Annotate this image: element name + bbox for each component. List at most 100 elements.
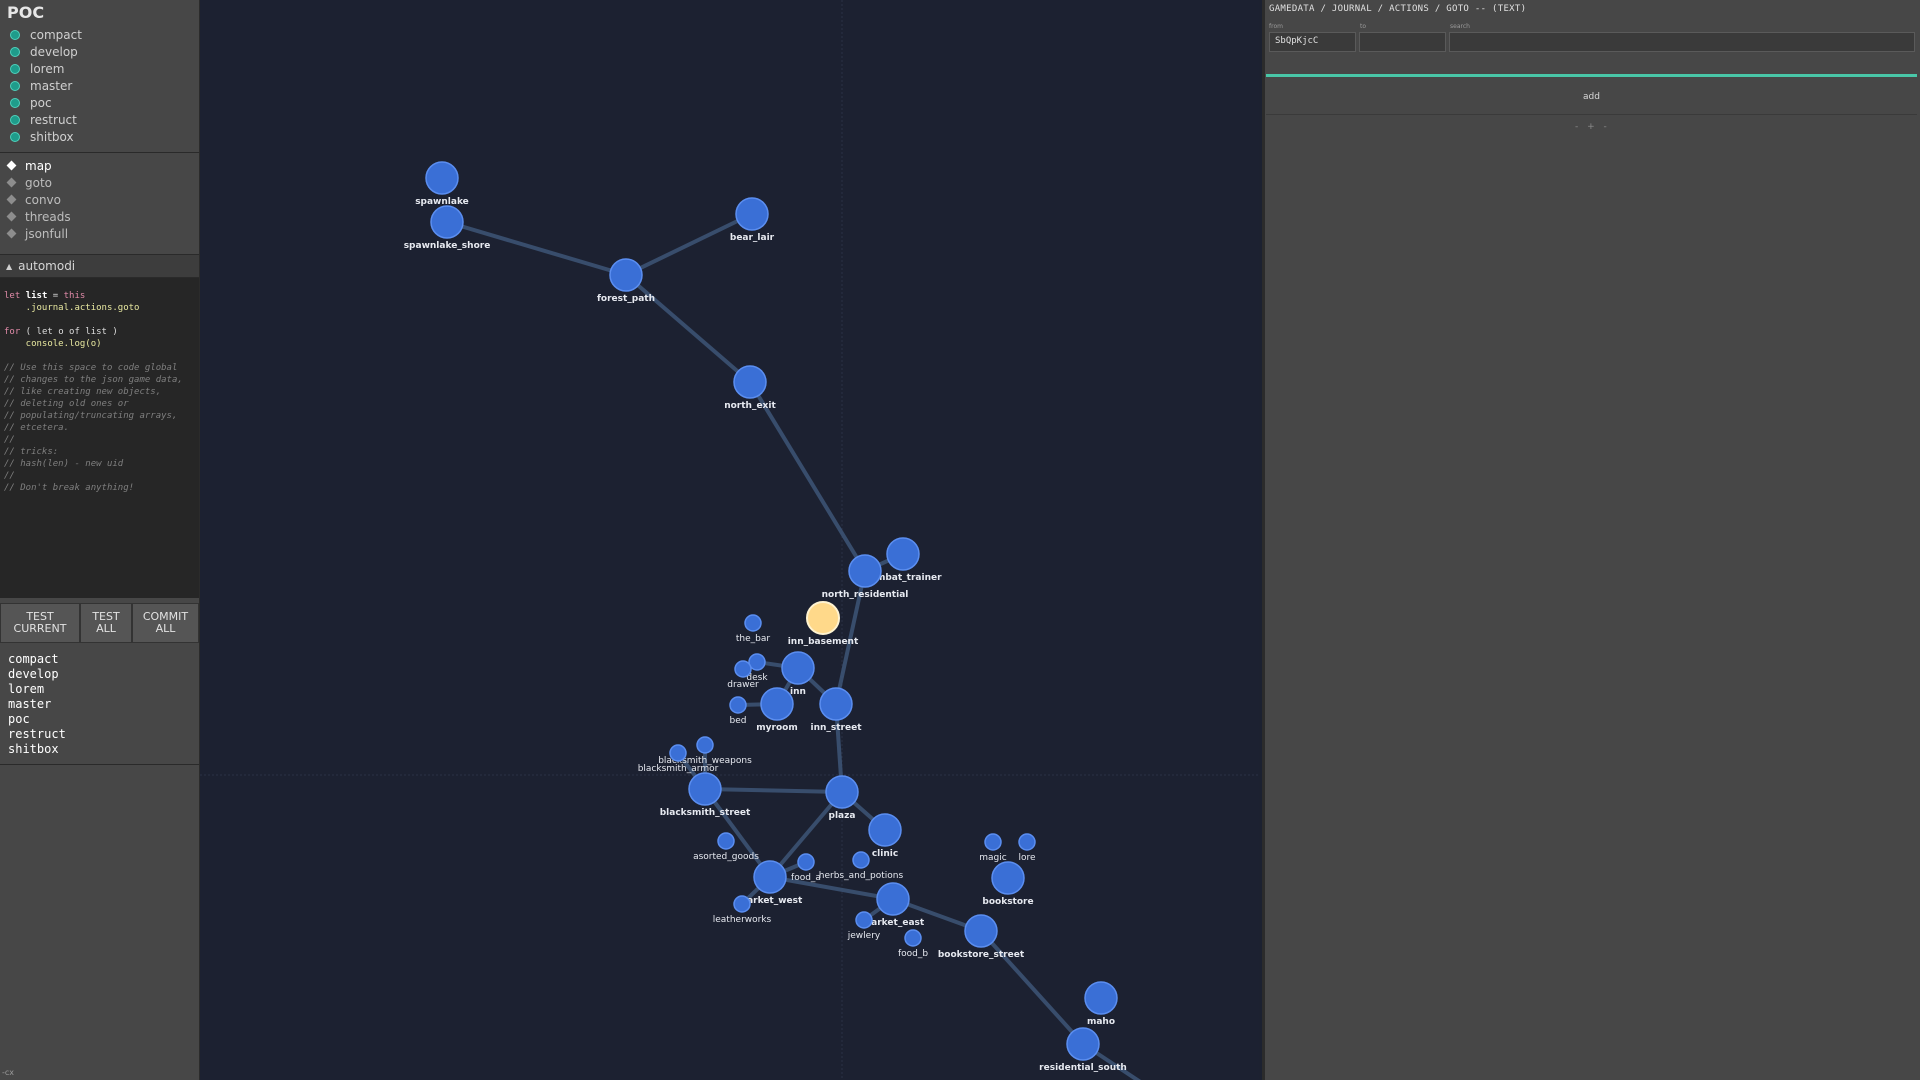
map-node-circle[interactable] [984, 833, 1002, 851]
add-sub-controls[interactable]: - + - [1575, 122, 1610, 132]
test-all-button[interactable]: TEST ALL [80, 603, 132, 643]
map-node-circle[interactable] [744, 614, 762, 632]
map-node-blacksmith-street[interactable]: blacksmith_street [660, 772, 751, 818]
map-node-circle[interactable] [669, 744, 687, 762]
map-node-circle[interactable] [797, 853, 815, 871]
map-node-clinic[interactable]: clinic [868, 813, 902, 859]
branch-item-restruct[interactable]: restruct [10, 111, 82, 128]
diamond-icon [6, 194, 17, 205]
map-node-circle[interactable] [1066, 1027, 1100, 1061]
map-node-circle[interactable] [964, 914, 998, 948]
map-node-circle[interactable] [430, 205, 464, 239]
code-token: for [4, 327, 21, 337]
commit-all-button[interactable]: COMMIT ALL [132, 603, 199, 643]
search-input[interactable] [1449, 32, 1915, 52]
map-node-circle[interactable] [781, 651, 815, 685]
map-node-circle[interactable] [735, 197, 769, 231]
branch-label: compact [30, 27, 82, 42]
map-node-circle[interactable] [717, 832, 735, 850]
view-item-convo[interactable]: convo [6, 191, 71, 208]
map-node-food-b[interactable]: food_b [898, 929, 928, 959]
map-node-maho[interactable]: maho [1084, 981, 1118, 1027]
editor-panel: GAMEDATA / JOURNAL / ACTIONS / GOTO -- (… [1262, 0, 1920, 1080]
map-node-circle[interactable] [688, 772, 722, 806]
view-label: convo [25, 192, 61, 207]
map-node-label: maho [1087, 1017, 1115, 1027]
map-node-spawnlake-shore[interactable]: spawnlake_shore [404, 205, 491, 251]
map-node-label: forest_path [597, 294, 655, 304]
map-node-circle[interactable] [734, 660, 752, 678]
branch-item-develop[interactable]: develop [10, 43, 82, 60]
result-item[interactable]: shitbox [8, 742, 66, 757]
map-node-lore[interactable]: lore [1018, 833, 1036, 863]
map-node-circle[interactable] [729, 696, 747, 714]
view-item-jsonfull[interactable]: jsonfull [6, 225, 71, 242]
map-node-label: lore [1018, 853, 1036, 863]
branch-label: master [30, 78, 73, 93]
map-node-circle[interactable] [733, 365, 767, 399]
accent-line [1266, 74, 1917, 77]
map-node-circle[interactable] [819, 687, 853, 721]
automodi-header[interactable]: ▲ automodi [0, 254, 199, 278]
map-node-label: food_a [791, 873, 821, 883]
to-field[interactable] [1359, 32, 1446, 52]
view-item-map[interactable]: map [6, 157, 71, 174]
map-node-circle[interactable] [904, 929, 922, 947]
code-token: list [25, 291, 48, 301]
from-field[interactable]: SbQpKjcC [1269, 32, 1356, 52]
map-node-north-exit[interactable]: north_exit [724, 365, 776, 411]
result-item[interactable]: develop [8, 667, 66, 682]
map-node-circle[interactable] [991, 861, 1025, 895]
map-node-circle[interactable] [753, 860, 787, 894]
map-node-circle[interactable] [852, 851, 870, 869]
view-item-goto[interactable]: goto [6, 174, 71, 191]
view-label: jsonfull [25, 226, 69, 241]
result-item[interactable]: lorem [8, 682, 66, 697]
branch-dot-icon [10, 114, 20, 125]
map-node-bed[interactable]: bed [729, 696, 747, 726]
branch-item-shitbox[interactable]: shitbox [10, 128, 82, 145]
code-comment: // deleting old ones or [4, 399, 129, 409]
map-node-circle[interactable] [855, 911, 873, 929]
map-node-circle[interactable] [825, 775, 859, 809]
map-node-bookstore[interactable]: bookstore [982, 861, 1034, 907]
view-item-threads[interactable]: threads [6, 208, 71, 225]
result-item[interactable]: restruct [8, 727, 66, 742]
add-button[interactable]: add [1266, 80, 1917, 115]
map-node-circle[interactable] [760, 687, 794, 721]
map-node-circle[interactable] [1084, 981, 1118, 1015]
map-node-inn-street[interactable]: inn_street [810, 687, 862, 733]
map-node-inn-basement[interactable]: inn_basement [788, 601, 859, 647]
result-item[interactable]: compact [8, 652, 66, 667]
map-edge [624, 273, 752, 384]
branch-item-compact[interactable]: compact [10, 26, 82, 43]
branch-item-lorem[interactable]: lorem [10, 60, 82, 77]
map-node-circle[interactable] [733, 895, 751, 913]
test-current-button[interactable]: TEST CURRENT [0, 603, 80, 643]
result-item[interactable]: poc [8, 712, 66, 727]
map-node-spawnlake[interactable]: spawnlake [415, 161, 469, 207]
map-graph[interactable]: spawnlake spawnlake_shore bear_lair forest_… [200, 0, 1259, 1080]
map-canvas[interactable]: spawnlake spawnlake_shore bear_lair forest_… [200, 0, 1259, 1080]
map-node-circle[interactable] [425, 161, 459, 195]
map-node-circle[interactable] [806, 601, 840, 635]
map-node-residential-south[interactable]: residential_south [1039, 1027, 1127, 1073]
map-node-magic[interactable]: magic [979, 833, 1007, 863]
map-node-circle[interactable] [868, 813, 902, 847]
diamond-icon [6, 228, 17, 239]
code-editor[interactable]: let list = this .journal.actions.goto fo… [0, 278, 199, 598]
map-node-circle[interactable] [848, 554, 882, 588]
map-node-plaza[interactable]: plaza [825, 775, 859, 821]
result-item[interactable]: master [8, 697, 66, 712]
map-node-circle[interactable] [886, 537, 920, 571]
map-node-circle[interactable] [1018, 833, 1036, 851]
map-node-circle[interactable] [609, 258, 643, 292]
branch-label: shitbox [30, 129, 74, 144]
map-node-circle[interactable] [876, 882, 910, 916]
code-comment: // tricks: [4, 447, 59, 457]
branch-item-poc[interactable]: poc [10, 94, 82, 111]
branch-item-master[interactable]: master [10, 77, 82, 94]
map-node-the-bar[interactable]: the_bar [736, 614, 770, 644]
map-node-bear-lair[interactable]: bear_lair [730, 197, 775, 243]
map-node-circle[interactable] [696, 736, 714, 754]
